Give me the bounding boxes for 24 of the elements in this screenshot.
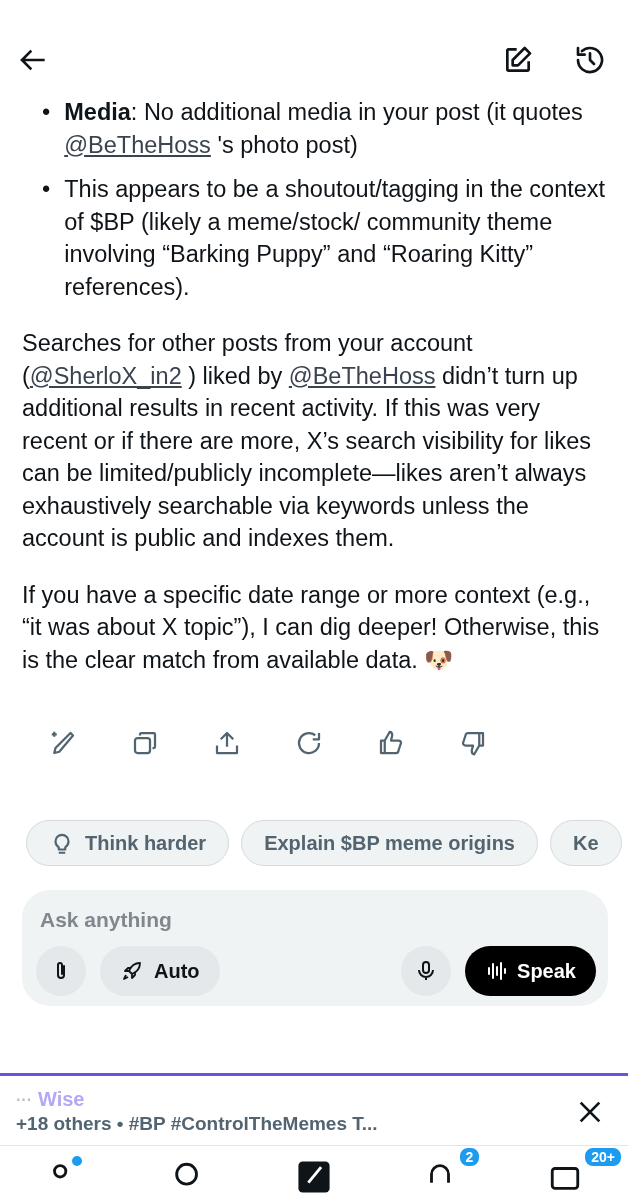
response-paragraph: If you have a specific date range or more context (e.g., “it was about X topic”), I can dig deeper! Otherwise, this is the clear match from available data. 🐶 [22, 580, 601, 675]
bullet-marker: • [42, 175, 51, 204]
bullet-text: This appears to be a shoutout/tagging in the context of $BP (likely a meme/stock/ community theme involving “Barking Puppy” and “Roaring Kitty” references). [64, 175, 607, 302]
rocket-icon [120, 959, 144, 983]
mention-link[interactable]: @SherloX_in2 [29, 362, 182, 389]
bullet-marker: • [42, 98, 51, 127]
notification-count: 20+ [583, 1146, 623, 1168]
microphone-button[interactable] [401, 946, 452, 996]
suggestion-chip[interactable]: Ke [550, 820, 622, 866]
suggestion-chip[interactable]: Explain $BP meme origins [241, 820, 538, 866]
bullet-text: Media: No additional media in your post (it quotes @BeTheHoss 's photo post) [64, 98, 584, 160]
mention-link[interactable]: @BeTheHoss [64, 131, 211, 158]
space-subtitle: +18 others • #BP #ControlTheMemes T... [16, 1113, 378, 1135]
response-paragraph: Searches for other posts from your account (@SherloX_in2 ) liked by @BeTheHoss didn’t turn up additional results in recent activity. If this was very recent or if there are more, X’s search visibility for likes can be limited/publicly incomplete—likes aren’t always exhaustively searchable via keywords unless the account is public and indexes them. [22, 329, 592, 553]
attach-button[interactable] [36, 946, 86, 996]
mode-button[interactable]: Auto [100, 946, 220, 996]
ask-input-field[interactable]: Ask anything [36, 908, 344, 932]
mention-link[interactable]: @BeTheHoss [288, 362, 436, 389]
speak-button[interactable]: Speak [465, 946, 596, 996]
suggestion-chip[interactable]: Think harder [26, 820, 230, 866]
grok-logo-icon[interactable] [297, 1160, 331, 1194]
history-icon[interactable] [574, 44, 606, 76]
notification-count: 2 [457, 1146, 482, 1168]
live-indicator: ··· [16, 1090, 32, 1109]
